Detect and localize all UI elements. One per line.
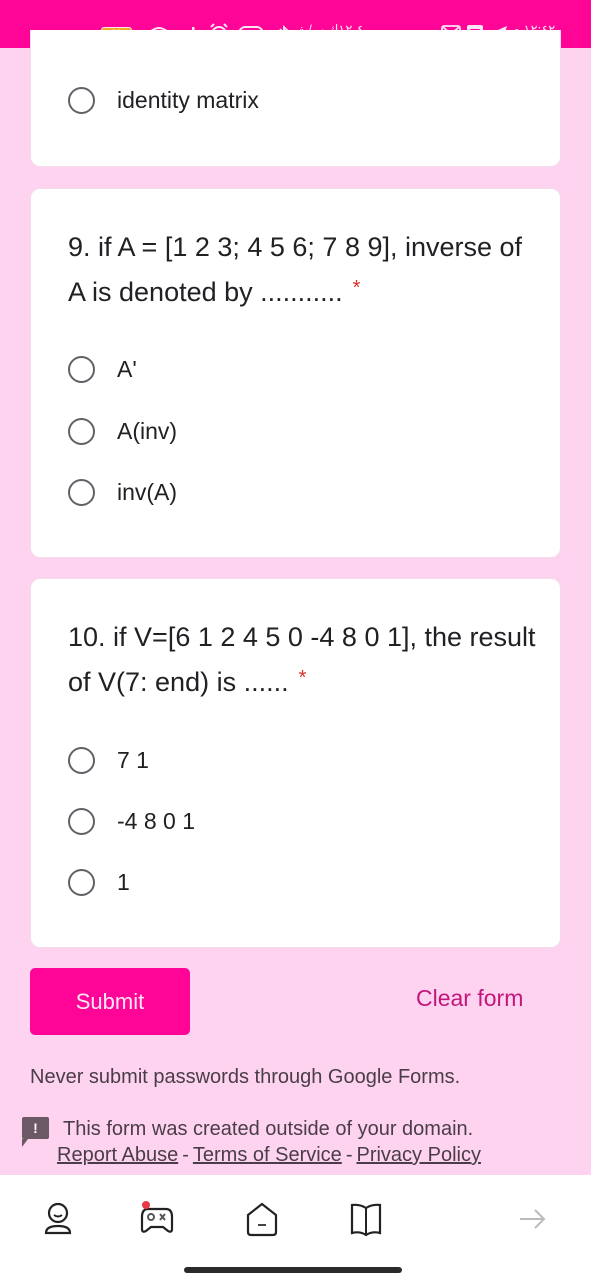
option-label: A(inv): [117, 417, 178, 444]
question-title: 9. if A = [1 2 3; 4 5 6; 7 8 9], inverse…: [68, 225, 538, 315]
option-7-1[interactable]: 7 1: [68, 745, 149, 775]
option-label: 7 1: [117, 746, 149, 773]
question-card-9: 9. if A = [1 2 3; 4 5 6; 7 8 9], inverse…: [30, 188, 561, 558]
book-icon[interactable]: [346, 1199, 386, 1239]
radio-button[interactable]: [68, 746, 95, 774]
alert-icon: !: [22, 1117, 49, 1147]
forward-arrow-icon[interactable]: [512, 1199, 552, 1239]
option-a-inv[interactable]: A(inv): [68, 416, 177, 446]
privacy-policy-link[interactable]: Privacy Policy: [356, 1144, 480, 1166]
option-label: -4 8 0 1: [117, 807, 195, 834]
separator: -: [345, 1144, 353, 1166]
option-label: identity matrix: [117, 86, 259, 113]
required-asterisk: *: [298, 667, 307, 689]
radio-button[interactable]: [68, 417, 95, 445]
option-label: 1: [117, 868, 130, 895]
option-neg4-8-0-1[interactable]: -4 8 0 1: [68, 806, 195, 836]
option-label: inv(A): [117, 478, 178, 505]
question-card-8: identity matrix: [30, 30, 561, 167]
question-text: 9. if A = [1 2 3; 4 5 6; 7 8 9], inverse…: [68, 232, 523, 307]
gesture-home-bar[interactable]: [184, 1267, 402, 1273]
question-card-10: 10. if V=[6 1 2 4 5 0 -4 8 0 1], the res…: [30, 578, 561, 948]
profile-icon[interactable]: [38, 1199, 78, 1239]
required-asterisk: *: [352, 277, 361, 299]
radio-button[interactable]: [68, 478, 95, 506]
domain-notice: This form was created outside of your do…: [63, 1118, 474, 1140]
option-label: A': [117, 355, 137, 382]
option-inv-a[interactable]: inv(A): [68, 477, 177, 507]
separator: -: [182, 1144, 189, 1166]
radio-button[interactable]: [68, 807, 95, 835]
home-icon[interactable]: [242, 1199, 282, 1239]
option-1[interactable]: 1: [68, 867, 130, 897]
radio-button[interactable]: [68, 86, 95, 114]
terms-of-service-link[interactable]: Terms of Service: [193, 1144, 342, 1166]
footer-links: Report Abuse - Terms of Service - Privacy Po…: [57, 1144, 481, 1167]
radio-button[interactable]: [68, 355, 95, 383]
games-icon[interactable]: [137, 1199, 177, 1239]
option-a-prime[interactable]: A': [68, 354, 137, 384]
radio-button[interactable]: [68, 868, 95, 896]
option-identity-matrix[interactable]: identity matrix: [68, 85, 259, 115]
clear-form-button[interactable]: Clear form: [416, 985, 523, 1012]
report-abuse-link[interactable]: Report Abuse: [57, 1144, 178, 1166]
question-title: 10. if V=[6 1 2 4 5 0 -4 8 0 1], the res…: [68, 615, 538, 705]
password-warning: Never submit passwords through Google Fo…: [30, 1066, 461, 1088]
bottom-navigation-bar: [0, 1175, 591, 1280]
submit-button[interactable]: Submit: [30, 968, 190, 1035]
